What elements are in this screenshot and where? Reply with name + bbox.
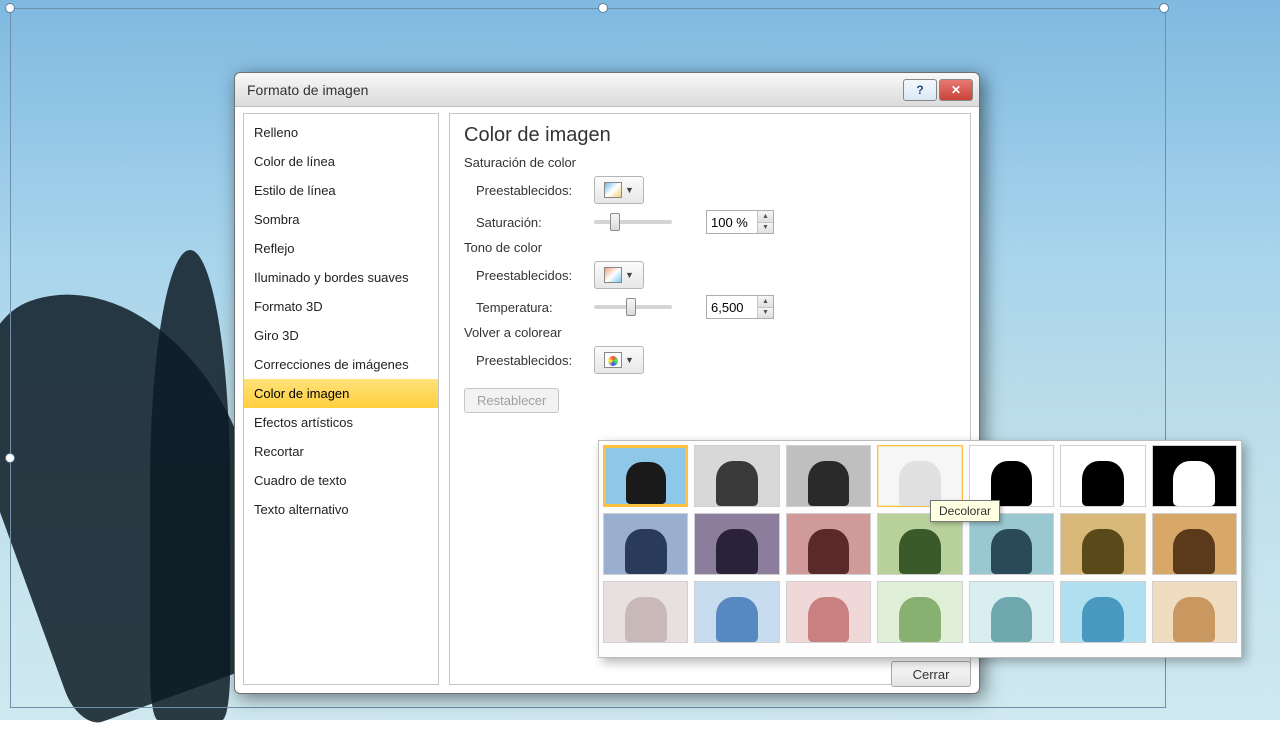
recolor-section-title: Volver a colorear xyxy=(464,325,956,340)
tone-section-title: Tono de color xyxy=(464,240,956,255)
saturation-presets-label: Preestablecidos: xyxy=(476,183,584,198)
recolor-presets-label: Preestablecidos: xyxy=(476,353,584,368)
recolor-thumbnail[interactable] xyxy=(1060,513,1145,575)
saturation-spinbox: ▲▼ xyxy=(706,210,774,234)
saturation-input[interactable] xyxy=(707,213,757,232)
saturation-presets-dropdown[interactable]: ▼ xyxy=(594,176,644,204)
recolor-thumbnail[interactable] xyxy=(603,581,688,643)
tone-presets-dropdown[interactable]: ▼ xyxy=(594,261,644,289)
sidebar-item[interactable]: Texto alternativo xyxy=(244,495,438,524)
close-window-button[interactable]: ✕ xyxy=(939,79,973,101)
resize-handle[interactable] xyxy=(1159,3,1169,13)
sidebar-item[interactable]: Estilo de línea xyxy=(244,176,438,205)
resize-handle[interactable] xyxy=(5,3,15,13)
preset-icon xyxy=(604,267,622,283)
recolor-presets-dropdown[interactable]: ▼ xyxy=(594,346,644,374)
recolor-thumbnail[interactable] xyxy=(877,513,962,575)
panel-heading: Color de imagen xyxy=(464,124,956,147)
recolor-thumbnail[interactable] xyxy=(603,513,688,575)
chevron-down-icon: ▼ xyxy=(625,270,634,280)
chevron-down-icon: ▼ xyxy=(625,185,634,195)
resize-handle[interactable] xyxy=(5,453,15,463)
chevron-down-icon: ▼ xyxy=(625,355,634,365)
spin-up[interactable]: ▲ xyxy=(758,296,773,308)
titlebar[interactable]: Formato de imagen ? ✕ xyxy=(235,73,979,107)
recolor-thumbnail[interactable] xyxy=(969,445,1054,507)
recolor-thumbnail[interactable] xyxy=(1152,445,1237,507)
recolor-thumbnail[interactable] xyxy=(1152,581,1237,643)
tone-presets-label: Preestablecidos: xyxy=(476,268,584,283)
recolor-thumbnail[interactable] xyxy=(877,581,962,643)
recolor-thumbnail[interactable] xyxy=(969,513,1054,575)
temperature-slider[interactable] xyxy=(594,305,672,309)
sidebar-item[interactable]: Color de imagen xyxy=(244,379,438,408)
recolor-thumbnail[interactable] xyxy=(786,581,871,643)
resize-handle[interactable] xyxy=(598,3,608,13)
spin-down[interactable]: ▼ xyxy=(758,223,773,234)
temperature-input[interactable] xyxy=(707,298,757,317)
recolor-thumbnail[interactable] xyxy=(694,581,779,643)
reset-button: Restablecer xyxy=(464,388,559,413)
slider-thumb[interactable] xyxy=(626,298,636,316)
recolor-thumbnail[interactable] xyxy=(969,581,1054,643)
recolor-thumbnail[interactable] xyxy=(603,445,688,507)
recolor-thumbnail[interactable] xyxy=(877,445,962,507)
sidebar-item[interactable]: Sombra xyxy=(244,205,438,234)
recolor-gallery xyxy=(598,440,1242,658)
spin-down[interactable]: ▼ xyxy=(758,308,773,319)
sidebar-item[interactable]: Iluminado y bordes suaves xyxy=(244,263,438,292)
sidebar-item[interactable]: Cuadro de texto xyxy=(244,466,438,495)
recolor-thumbnail[interactable] xyxy=(1060,581,1145,643)
preset-icon xyxy=(604,182,622,198)
sidebar-item[interactable]: Efectos artísticos xyxy=(244,408,438,437)
sidebar-item[interactable]: Giro 3D xyxy=(244,321,438,350)
sidebar-item[interactable]: Color de línea xyxy=(244,147,438,176)
temperature-spinbox: ▲▼ xyxy=(706,295,774,319)
tooltip: Decolorar xyxy=(930,500,1000,522)
sidebar-item[interactable]: Relleno xyxy=(244,118,438,147)
recolor-thumbnail[interactable] xyxy=(1060,445,1145,507)
saturation-section-title: Saturación de color xyxy=(464,155,956,170)
close-button[interactable]: Cerrar xyxy=(891,661,971,687)
dialog-title: Formato de imagen xyxy=(247,82,901,98)
sidebar-item[interactable]: Reflejo xyxy=(244,234,438,263)
preset-icon xyxy=(604,352,622,368)
recolor-thumbnail[interactable] xyxy=(786,513,871,575)
sidebar-item[interactable]: Recortar xyxy=(244,437,438,466)
recolor-thumbnail[interactable] xyxy=(694,513,779,575)
saturation-slider[interactable] xyxy=(594,220,672,224)
recolor-thumbnail[interactable] xyxy=(694,445,779,507)
temperature-label: Temperatura: xyxy=(476,300,584,315)
slider-thumb[interactable] xyxy=(610,213,620,231)
category-sidebar: RellenoColor de líneaEstilo de líneaSomb… xyxy=(243,113,439,685)
recolor-thumbnail[interactable] xyxy=(786,445,871,507)
sidebar-item[interactable]: Formato 3D xyxy=(244,292,438,321)
sidebar-item[interactable]: Correcciones de imágenes xyxy=(244,350,438,379)
spin-up[interactable]: ▲ xyxy=(758,211,773,223)
recolor-thumbnail[interactable] xyxy=(1152,513,1237,575)
saturation-label: Saturación: xyxy=(476,215,584,230)
help-button[interactable]: ? xyxy=(903,79,937,101)
